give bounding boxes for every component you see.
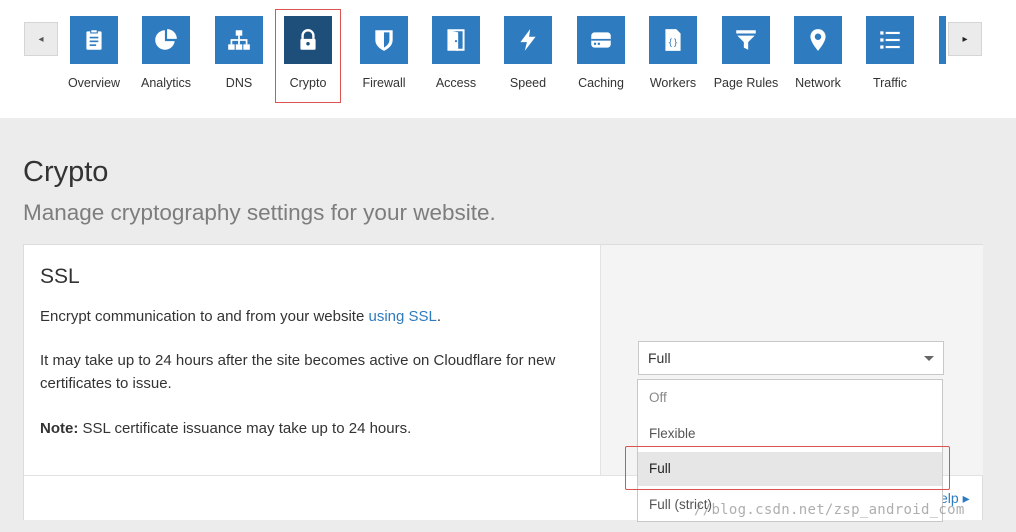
code-file-icon: {} [649,16,697,64]
pie-chart-icon [142,16,190,64]
tab-workers[interactable]: {} Workers [637,0,709,118]
tab-access[interactable]: Access [420,0,492,118]
list-icon [866,16,914,64]
filter-icon [722,16,770,64]
option-full-highlight [625,446,950,490]
network-tree-icon [215,16,263,64]
tab-page-rules[interactable]: Page Rules [710,0,782,118]
tab-overview[interactable]: Overview [58,0,130,118]
scroll-right-button[interactable]: ▸ [948,22,982,56]
server-icon [577,16,625,64]
lightning-icon [504,16,552,64]
scroll-left-button[interactable]: ◂ [24,22,58,56]
location-pin-icon [794,16,842,64]
tab-partial[interactable]: Cu [927,0,946,118]
tab-network[interactable]: Network [782,0,854,118]
ssl-mode-select[interactable]: Full [638,341,944,375]
svg-text:{}: {} [668,38,678,48]
watermark: //blog.csdn.net/zsp_android_com [694,502,965,518]
ssl-title: SSL [40,265,80,288]
page-subtitle: Manage cryptography settings for your we… [23,200,496,225]
chevron-down-icon [924,356,934,361]
clipboard-icon [70,16,118,64]
ssl-info: It may take up to 24 hours after the sit… [40,352,556,392]
option-off[interactable]: Off [638,381,942,415]
ssl-card-description: SSL Encrypt communication to and from yo… [24,245,600,475]
tab-strip: Overview Analytics DNS Crypto Firewall A… [58,0,946,118]
lock-icon [284,16,332,64]
shield-icon [360,16,408,64]
using-ssl-link[interactable]: using SSL [368,308,436,325]
ssl-description-text: Encrypt communication to and from your w… [40,308,369,325]
partial-icon [939,16,946,64]
ssl-description-suffix: . [436,308,442,325]
page-title: Crypto [23,156,109,188]
note-text: SSL certificate issuance may take up to … [78,420,412,437]
top-navigation: ◂ Overview Analytics DNS Crypto Firewall… [0,0,1016,118]
tab-firewall[interactable]: Firewall [348,0,420,118]
tab-speed[interactable]: Speed [492,0,564,118]
tab-dns[interactable]: DNS [203,0,275,118]
tab-label: Cu [907,76,946,90]
door-icon [432,16,480,64]
tab-analytics[interactable]: Analytics [130,0,202,118]
ssl-note: Note: SSL certificate issuance may take … [40,417,411,440]
tab-crypto[interactable]: Crypto [275,0,347,118]
note-label: Note: [40,420,79,437]
tab-traffic[interactable]: Traffic [854,0,926,118]
ssl-mode-selected-value: Full [648,350,671,366]
tab-caching[interactable]: Caching [565,0,637,118]
ssl-description: Encrypt communication to and from your w… [40,305,441,328]
